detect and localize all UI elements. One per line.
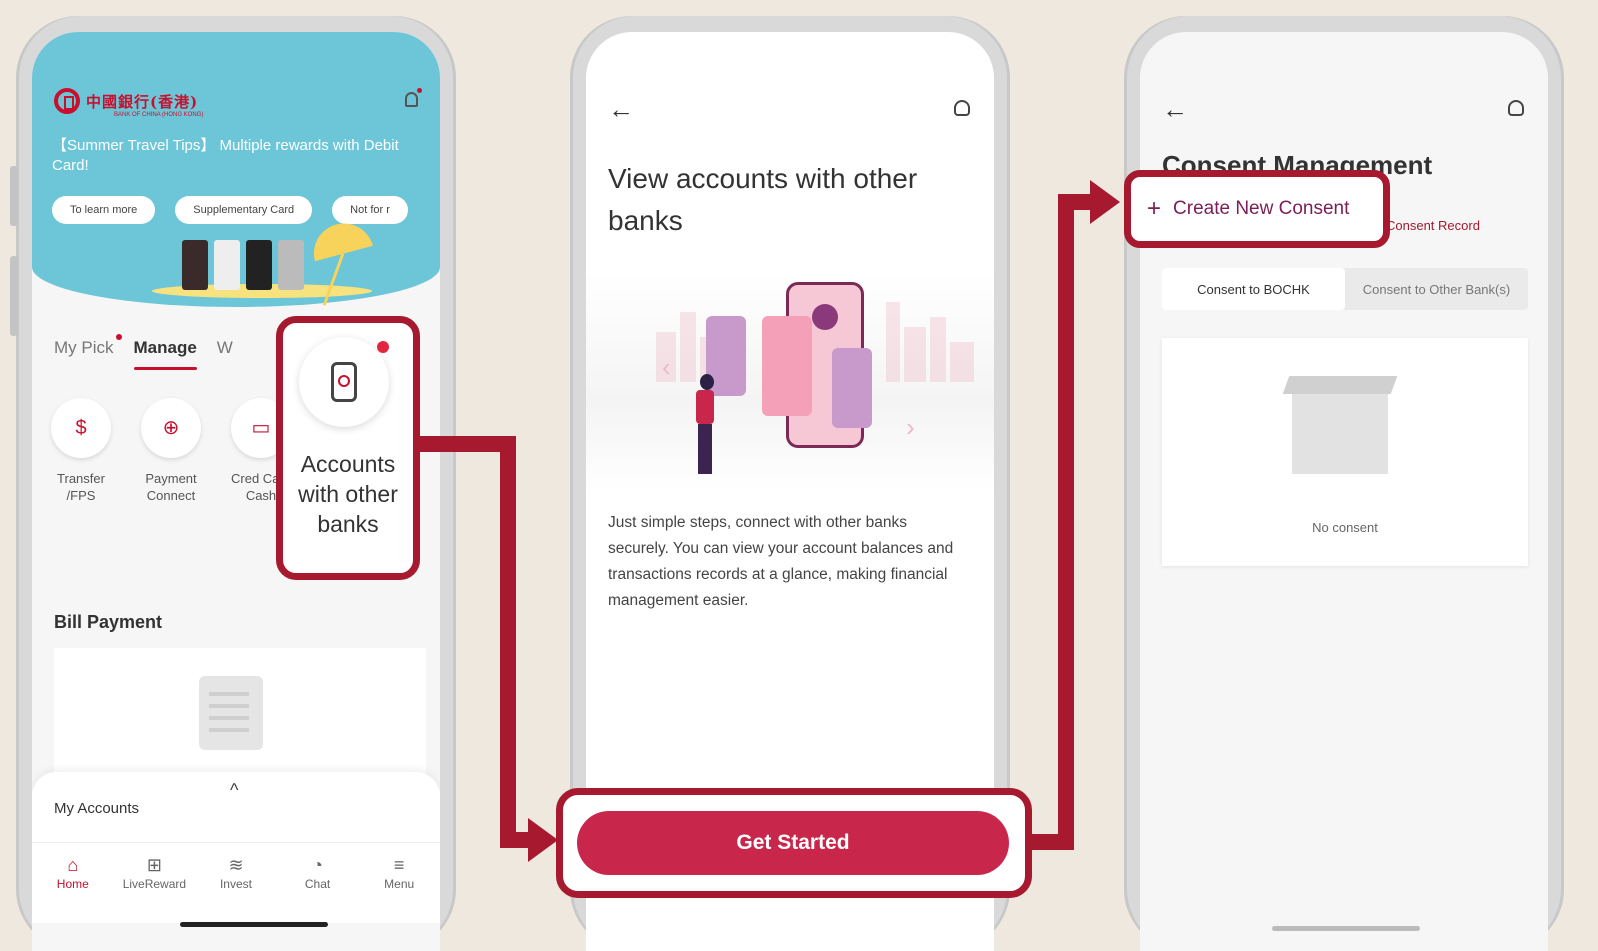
create-new-consent-button[interactable]: + Create New Consent <box>1147 195 1349 223</box>
new-badge-dot <box>377 341 389 353</box>
service-transfer-fps[interactable]: $ Transfer /FPS <box>50 398 112 504</box>
debit-card-image <box>214 240 240 290</box>
customer-service-icon[interactable] <box>1508 100 1524 116</box>
person-illustration <box>696 390 714 424</box>
linked-phone-icon <box>299 337 389 427</box>
create-new-consent-label: Create New Consent <box>1173 198 1350 219</box>
get-started-highlight: Get Started <box>556 788 1032 898</box>
tab-dot <box>115 334 122 340</box>
debit-card-image <box>278 240 304 290</box>
nav-label: Chat <box>304 877 331 891</box>
consent-segmented-control: Consent to BOCHK Consent to Other Bank(s… <box>1162 268 1528 310</box>
segment-consent-other-banks[interactable]: Consent to Other Bank(s) <box>1345 268 1528 310</box>
debit-card-image <box>182 240 208 290</box>
chevron-up-icon[interactable]: ^ <box>230 780 238 801</box>
chevron-right-icon: › <box>906 412 915 442</box>
home-icon: ⌂ <box>67 855 79 875</box>
bill-scroll-icon <box>199 676 263 750</box>
customer-service-icon[interactable] <box>954 100 970 116</box>
consent-record-link[interactable]: Consent Record <box>1386 218 1480 233</box>
dollar-transfer-icon: $ <box>51 398 111 458</box>
logo-text: 中國銀行(香港) <box>86 92 199 111</box>
service-label: Payment Connect <box>145 471 197 503</box>
bank-logo: 中國銀行(香港) <box>54 88 198 114</box>
nav-label: Menu <box>384 877 415 891</box>
accounts-other-banks-label: Accounts with other banks <box>298 451 398 537</box>
nav-label: LiveReward <box>122 877 187 891</box>
connector-line <box>1058 194 1074 850</box>
phone-consent: ← Consent Management Consent Record Cons… <box>1124 16 1564 951</box>
gift-icon: ⊞ <box>146 855 162 875</box>
bell-icon[interactable] <box>405 92 418 107</box>
nav-home[interactable]: ⌂ Home <box>37 843 109 923</box>
arrow-right-icon <box>528 818 558 862</box>
connector-line <box>500 832 530 848</box>
chip-not-for[interactable]: Not for r <box>332 196 408 224</box>
back-arrow-icon[interactable]: ← <box>608 94 634 125</box>
accounts-other-banks-button[interactable]: Accounts with other banks <box>276 316 420 580</box>
plus-icon: + <box>1147 195 1162 222</box>
chevron-left-icon: ‹ <box>662 352 671 382</box>
phone-side-button <box>10 166 18 226</box>
tab-label: My Pick <box>54 338 114 357</box>
bank-card-illustration <box>832 348 872 428</box>
service-payment-connect[interactable]: ⊕ Payment Connect <box>140 398 202 504</box>
nav-chat[interactable]: ◔ Chat <box>282 843 354 923</box>
connector-line <box>500 436 516 848</box>
get-started-button[interactable]: Get Started <box>577 811 1009 875</box>
intro-title: View accounts with other banks <box>608 163 918 236</box>
home-indicator <box>1272 926 1420 931</box>
chat-icon: ◔ <box>312 855 324 875</box>
promo-chips: To learn more Supplementary Card Not for… <box>52 196 408 224</box>
my-accounts-label: My Accounts <box>54 800 140 817</box>
create-consent-highlight: + Create New Consent <box>1124 170 1390 248</box>
person-illustration <box>698 424 712 474</box>
menu-icon: ≡ <box>393 855 405 875</box>
nav-livereward[interactable]: ⊞ LiveReward <box>118 843 190 923</box>
empty-box-icon <box>1292 392 1388 474</box>
service-label: Transfer /FPS <box>57 471 105 503</box>
promo-text: 【Summer Travel Tips】 Multiple rewards wi… <box>52 137 399 174</box>
nav-invest[interactable]: ≋ Invest <box>200 843 272 923</box>
debit-card-image <box>246 240 272 290</box>
chip-learn-more[interactable]: To learn more <box>52 196 156 224</box>
person-illustration <box>700 374 714 390</box>
bill-payment-card[interactable] <box>54 648 426 788</box>
globe-payment-icon: ⊕ <box>141 398 201 458</box>
back-arrow-icon[interactable]: ← <box>1162 94 1188 125</box>
arrow-right-icon <box>1090 180 1120 224</box>
bank-card-illustration <box>762 316 812 416</box>
bottom-nav: ⌂ Home ⊞ LiveReward ≋ Invest ◔ Chat ≡ Menu <box>32 842 440 923</box>
my-accounts-sheet[interactable]: ^ My Accounts <box>32 772 440 852</box>
phone-side-button <box>10 256 18 336</box>
home-indicator <box>180 922 328 927</box>
notification-dot <box>417 88 422 93</box>
empty-consent-card: No consent <box>1162 338 1528 566</box>
no-consent-text: No consent <box>1312 520 1378 535</box>
segment-consent-bochk[interactable]: Consent to BOCHK <box>1162 268 1345 310</box>
nav-menu[interactable]: ≡ Menu <box>363 843 435 923</box>
banner-cards <box>182 240 304 290</box>
lock-icon <box>812 304 838 330</box>
intro-description: Just simple steps, connect with other ba… <box>608 514 954 609</box>
service-shortcuts: $ Transfer /FPS ⊕ Payment Connect ▭ Cred… <box>50 398 292 504</box>
connector-line <box>1058 194 1094 210</box>
tab-my-pick[interactable]: My Pick <box>54 334 122 358</box>
chart-icon: ≋ <box>228 855 244 875</box>
bill-payment-title: Bill Payment <box>54 612 163 632</box>
chip-supplementary-card[interactable]: Supplementary Card <box>175 196 313 224</box>
logo-subtext: BANK OF CHINA (HONG KONG) <box>114 112 204 118</box>
tab-w[interactable]: W <box>217 338 233 358</box>
home-tabs: My Pick Manage W <box>54 334 233 370</box>
tab-manage[interactable]: Manage <box>133 338 198 370</box>
nav-label: Invest <box>219 877 252 891</box>
boc-logo-icon <box>54 88 80 114</box>
nav-label: Home <box>56 877 89 891</box>
